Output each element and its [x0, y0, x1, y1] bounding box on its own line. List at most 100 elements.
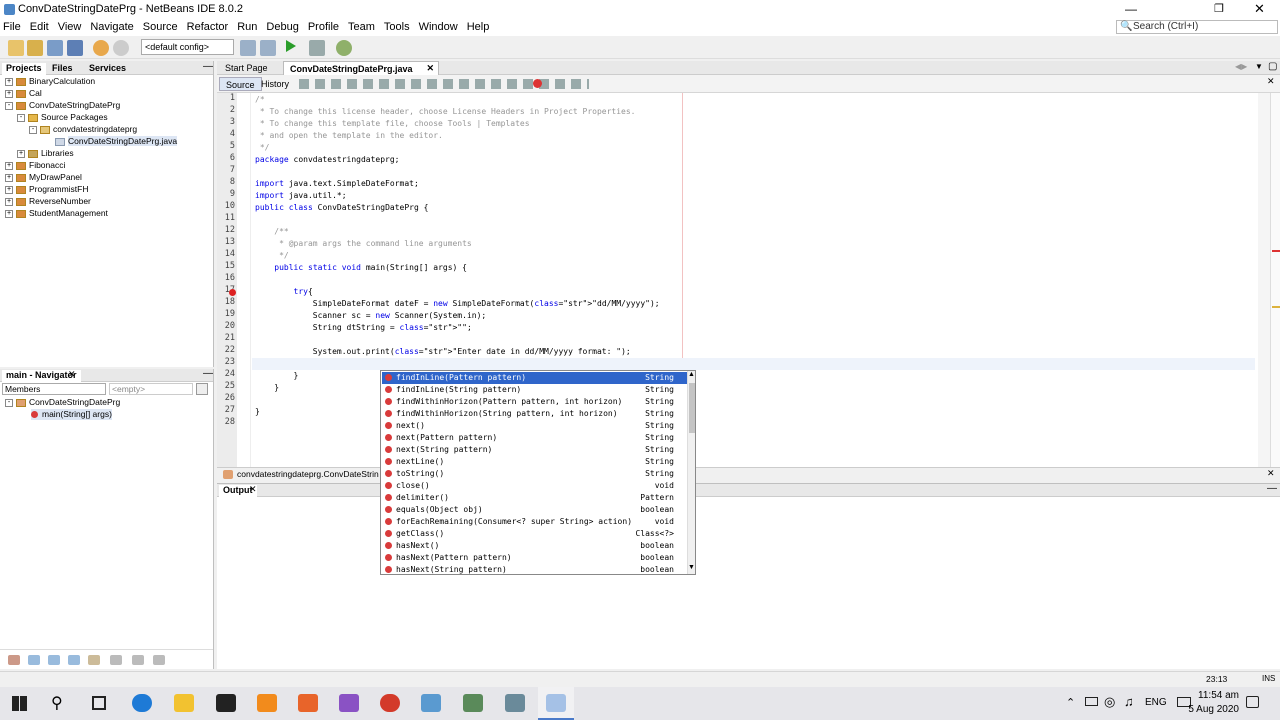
tree-item-package[interactable]: - convdatestringdateprg: [29, 124, 137, 135]
redo-icon[interactable]: [113, 40, 129, 56]
app-orange-icon[interactable]: [298, 694, 318, 712]
tree-item-binarycalculation[interactable]: + BinaryCalculation: [5, 76, 95, 87]
config-select[interactable]: <default config>: [141, 39, 234, 55]
editor-tools-icon[interactable]: [299, 79, 589, 89]
warning-mark[interactable]: [1272, 306, 1280, 308]
maximize-icon[interactable]: ▢: [1268, 61, 1277, 72]
tab-scroll-icon[interactable]: ◀▶: [1235, 62, 1247, 71]
close-tab-icon[interactable]: ✕: [426, 63, 434, 74]
autocomplete-item[interactable]: next(Pattern pattern) String: [382, 432, 688, 444]
autocomplete-item[interactable]: next() String: [382, 420, 688, 432]
autocomplete-item[interactable]: getClass() Class<?>: [382, 528, 688, 540]
tab-files[interactable]: Files: [48, 63, 77, 75]
fields-icon[interactable]: [8, 655, 20, 665]
autocomplete-item[interactable]: next(String pattern) String: [382, 444, 688, 456]
autocomplete-item[interactable]: hasNext(String pattern) boolean: [382, 564, 688, 574]
autocomplete-item[interactable]: findInLine(Pattern pattern) String: [382, 372, 688, 384]
visual-studio-icon[interactable]: [339, 694, 359, 712]
close-icon[interactable]: ✕: [1254, 1, 1265, 17]
close-icon[interactable]: ✕: [1267, 468, 1275, 479]
tree-item-programmistfh[interactable]: + ProgrammistFH: [5, 184, 89, 195]
search-input[interactable]: Search (Ctrl+I): [1116, 20, 1278, 34]
menu-tools[interactable]: Tools: [384, 21, 410, 33]
toggle-breakpoint-icon[interactable]: [533, 79, 542, 88]
menu-refactor[interactable]: Refactor: [187, 21, 229, 33]
minimize-panel-icon[interactable]: —: [203, 368, 213, 379]
app-blue-icon[interactable]: [421, 694, 441, 712]
language-indicator[interactable]: ENG: [1145, 697, 1167, 708]
menu-debug[interactable]: Debug: [266, 21, 298, 33]
tree-item-cal[interactable]: + Cal: [5, 88, 42, 99]
autocomplete-item[interactable]: hasNext(Pattern pattern) boolean: [382, 552, 688, 564]
new-project-icon[interactable]: [8, 40, 24, 56]
mail-icon[interactable]: [216, 694, 236, 712]
autocomplete-item[interactable]: nextLine() String: [382, 456, 688, 468]
clean-build-icon[interactable]: [260, 40, 276, 56]
save-all-icon[interactable]: [67, 40, 83, 56]
autocomplete-item[interactable]: delimiter() Pattern: [382, 492, 688, 504]
autocomplete-item[interactable]: equals(Object obj) boolean: [382, 504, 688, 516]
tab-start-page[interactable]: Start Page: [219, 61, 274, 75]
close-tab-icon[interactable]: ✕: [68, 369, 76, 380]
edge-icon[interactable]: [132, 694, 152, 712]
members-select[interactable]: Members: [2, 383, 106, 395]
chrome-icon[interactable]: [380, 694, 400, 712]
nav-item-main[interactable]: main(String[] args): [31, 409, 112, 420]
profile-icon[interactable]: [336, 40, 352, 56]
tree-item-java-file[interactable]: ConvDateStringDatePrg.java: [55, 136, 178, 147]
menu-edit[interactable]: Edit: [30, 21, 49, 33]
open-project-icon[interactable]: [47, 40, 63, 56]
tab-projects[interactable]: Projects: [2, 63, 46, 75]
scroll-up-icon[interactable]: ▲: [688, 371, 695, 378]
tab-services[interactable]: Services: [85, 63, 130, 75]
debug-icon[interactable]: [309, 40, 325, 56]
autocomplete-item[interactable]: findWithinHorizon(Pattern pattern, int h…: [382, 396, 688, 408]
sublime-icon[interactable]: [257, 694, 277, 712]
menu-help[interactable]: Help: [467, 21, 490, 33]
restore-icon[interactable]: ❐: [1214, 2, 1224, 15]
search-taskbar-icon[interactable]: ⚲: [51, 693, 63, 713]
static-icon[interactable]: [28, 655, 40, 665]
sort-name-icon[interactable]: [110, 655, 122, 665]
app-green-icon[interactable]: [463, 694, 483, 712]
network-icon[interactable]: ◎: [1104, 694, 1115, 710]
undo-icon[interactable]: [93, 40, 109, 56]
menu-source[interactable]: Source: [143, 21, 178, 33]
nonpublic-icon[interactable]: [48, 655, 60, 665]
tree-item-convdatestringdateprg[interactable]: - ConvDateStringDatePrg: [5, 100, 120, 111]
run-icon[interactable]: [286, 40, 296, 52]
menu-navigate[interactable]: Navigate: [90, 21, 133, 33]
app-gray-icon[interactable]: [505, 694, 525, 712]
minimize-icon[interactable]: —: [1125, 2, 1137, 16]
volume-icon[interactable]: ♫: [1124, 694, 1134, 709]
tree-item-mydrawpanel[interactable]: + MyDrawPanel: [5, 172, 82, 183]
sort-icon[interactable]: [88, 655, 100, 665]
menu-profile[interactable]: Profile: [308, 21, 339, 33]
scroll-down-icon[interactable]: ▼: [688, 564, 695, 571]
windows-start-icon[interactable]: [12, 696, 27, 711]
build-icon[interactable]: [240, 40, 256, 56]
error-mark[interactable]: [1272, 250, 1280, 252]
autocomplete-item[interactable]: findWithinHorizon(String pattern, int ho…: [382, 408, 688, 420]
tree-item-libraries[interactable]: + Libraries: [17, 148, 74, 159]
autocomplete-scrollbar[interactable]: ▲ ▼: [687, 371, 695, 574]
scroll-thumb[interactable]: [689, 383, 695, 433]
clock-time[interactable]: 11:54 am: [1183, 690, 1239, 701]
minimize-panel-icon[interactable]: —: [203, 61, 213, 72]
clock-date[interactable]: 5 Aug 2020: [1175, 704, 1239, 715]
editor-scrollbar[interactable]: [1258, 93, 1270, 467]
file-explorer-icon[interactable]: [174, 694, 194, 712]
tree-item-fibonacci[interactable]: + Fibonacci: [5, 160, 65, 171]
menu-file[interactable]: File: [3, 21, 21, 33]
javadoc-icon[interactable]: [153, 655, 165, 665]
close-editor-icon[interactable]: ✕: [1267, 76, 1275, 87]
menu-team[interactable]: Team: [348, 21, 375, 33]
subtab-history[interactable]: History: [255, 77, 295, 91]
new-file-icon[interactable]: [27, 40, 43, 56]
inner-icon[interactable]: [68, 655, 80, 665]
tab-java-file[interactable]: ConvDateStringDatePrg.java ✕: [283, 61, 439, 75]
tree-item-studentmanagement[interactable]: + StudentManagement: [5, 208, 108, 219]
notification-icon[interactable]: [1246, 696, 1259, 708]
sort-source-icon[interactable]: [132, 655, 144, 665]
nav-item-class[interactable]: - ConvDateStringDatePrg: [5, 397, 120, 408]
